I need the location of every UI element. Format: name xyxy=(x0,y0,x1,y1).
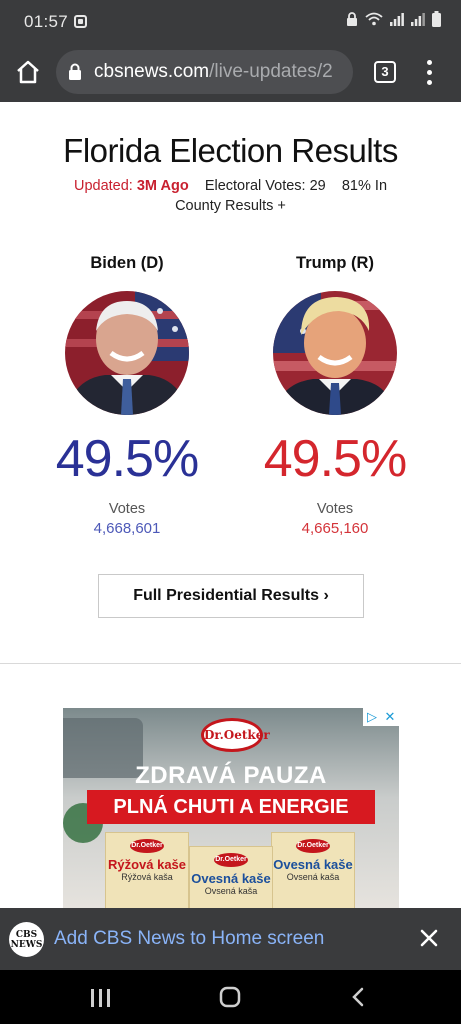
ad-brand-logo: Dr.Oetker xyxy=(201,718,270,752)
status-icons xyxy=(346,11,441,27)
ad-product: Dr.Oetker Rýžová kaše Rýžová kaša xyxy=(105,832,189,908)
back-icon[interactable] xyxy=(350,987,366,1007)
product-brand: Dr.Oetker xyxy=(130,839,164,853)
electoral-votes: Electoral Votes: 29 xyxy=(204,178,326,194)
ad-product: Dr.Oetker Ovesná kaše Ovsená kaša xyxy=(271,832,355,908)
url-path: /live-updates/2 xyxy=(209,61,333,82)
candidate-percent: 49.5% xyxy=(263,430,407,488)
product-sub: Ovsená kaša xyxy=(204,886,258,896)
candidate-photo-biden xyxy=(65,291,189,415)
tab-switcher-button[interactable]: 3 xyxy=(374,61,396,83)
notification-icon xyxy=(74,15,87,28)
signal-icon xyxy=(390,13,404,26)
votes-count: 4,668,601 xyxy=(93,520,161,537)
page-title: Florida Election Results xyxy=(63,132,398,169)
reporting-percent: 81% In xyxy=(341,178,388,194)
candidate-name: Biden (D) xyxy=(90,254,164,272)
url-bar[interactable]: cbsnews.com/live-updates/2 xyxy=(56,50,353,94)
ad-info-icon[interactable]: ▷ xyxy=(363,708,381,726)
county-results-toggle[interactable]: County Results + xyxy=(0,198,461,214)
ad-choices[interactable]: ▷ ✕ xyxy=(363,708,399,726)
product-name: Rýžová kaše xyxy=(107,857,187,872)
home-icon xyxy=(17,60,39,84)
menu-dot-icon xyxy=(427,70,432,75)
url-domain: cbsnews.com xyxy=(94,61,210,82)
more-menu-button[interactable] xyxy=(420,58,440,88)
ad-tagline: PLNÁ CHUTI A ENERGIE xyxy=(87,790,375,824)
menu-dot-icon xyxy=(427,60,432,65)
product-name: Ovesná kaše xyxy=(191,871,271,886)
home-button[interactable] xyxy=(12,56,44,88)
product-brand: Dr.Oetker xyxy=(296,839,330,853)
candidate-card-biden: Biden (D) 49.5% Votes 4,668,601 xyxy=(37,254,217,537)
results-meta: Updated: 3M Ago Electoral Votes: 29 81% … xyxy=(0,178,461,194)
candidate-percent: 49.5% xyxy=(55,430,199,488)
lock-status-icon xyxy=(347,12,357,26)
close-icon[interactable] xyxy=(418,927,440,949)
candidate-card-trump: Trump (R) 49.5% Votes 4,665,160 xyxy=(245,254,425,537)
add-to-home-banner[interactable]: CBS NEWS Add CBS News to Home screen xyxy=(0,908,461,970)
url-text: cbsnews.com/live-updates/2 xyxy=(94,61,333,83)
product-sub: Rýžová kaša xyxy=(121,872,173,882)
full-presidential-results-button[interactable]: Full Presidential Results › xyxy=(98,574,364,618)
candidate-name: Trump (R) xyxy=(296,254,374,272)
ad-close-icon[interactable]: ✕ xyxy=(381,708,399,726)
add-to-home-text[interactable]: Add CBS News to Home screen xyxy=(54,928,324,950)
advertisement[interactable]: ▷ ✕ Dr.Oetker ZDRAVÁ PAUZA PLNÁ CHUTI A … xyxy=(63,708,399,908)
wifi-icon xyxy=(365,12,383,26)
status-time: 01:57 xyxy=(24,12,69,31)
battery-icon xyxy=(432,11,441,27)
votes-label: Votes xyxy=(108,501,146,517)
status-bar: 01:57 xyxy=(0,0,461,44)
menu-dot-icon xyxy=(427,80,432,85)
lock-icon xyxy=(69,63,81,80)
home-nav-icon[interactable] xyxy=(219,986,241,1008)
signal-icon-2 xyxy=(411,13,425,26)
product-brand: Dr.Oetker xyxy=(214,853,248,867)
product-name: Ovesná kaše xyxy=(273,857,353,872)
product-sub: Ovsená kaša xyxy=(286,872,340,882)
browser-toolbar: cbsnews.com/live-updates/2 3 xyxy=(0,44,461,102)
candidate-photo-trump xyxy=(273,291,397,415)
cbs-news-logo: CBS NEWS xyxy=(9,922,44,957)
section-divider xyxy=(0,663,461,664)
updated-label: Updated: xyxy=(73,178,133,194)
votes-label: Votes xyxy=(316,501,354,517)
updated-value: 3M Ago xyxy=(136,178,189,194)
ad-product: Dr.Oetker Ovesná kaše Ovsená kaša xyxy=(189,846,273,908)
system-nav-bar xyxy=(0,970,461,1024)
ad-headline: ZDRAVÁ PAUZA xyxy=(135,762,327,789)
votes-count: 4,665,160 xyxy=(301,520,369,537)
biden-portrait-icon xyxy=(65,291,189,415)
recent-apps-icon[interactable] xyxy=(90,988,112,1008)
trump-portrait-icon xyxy=(273,291,397,415)
